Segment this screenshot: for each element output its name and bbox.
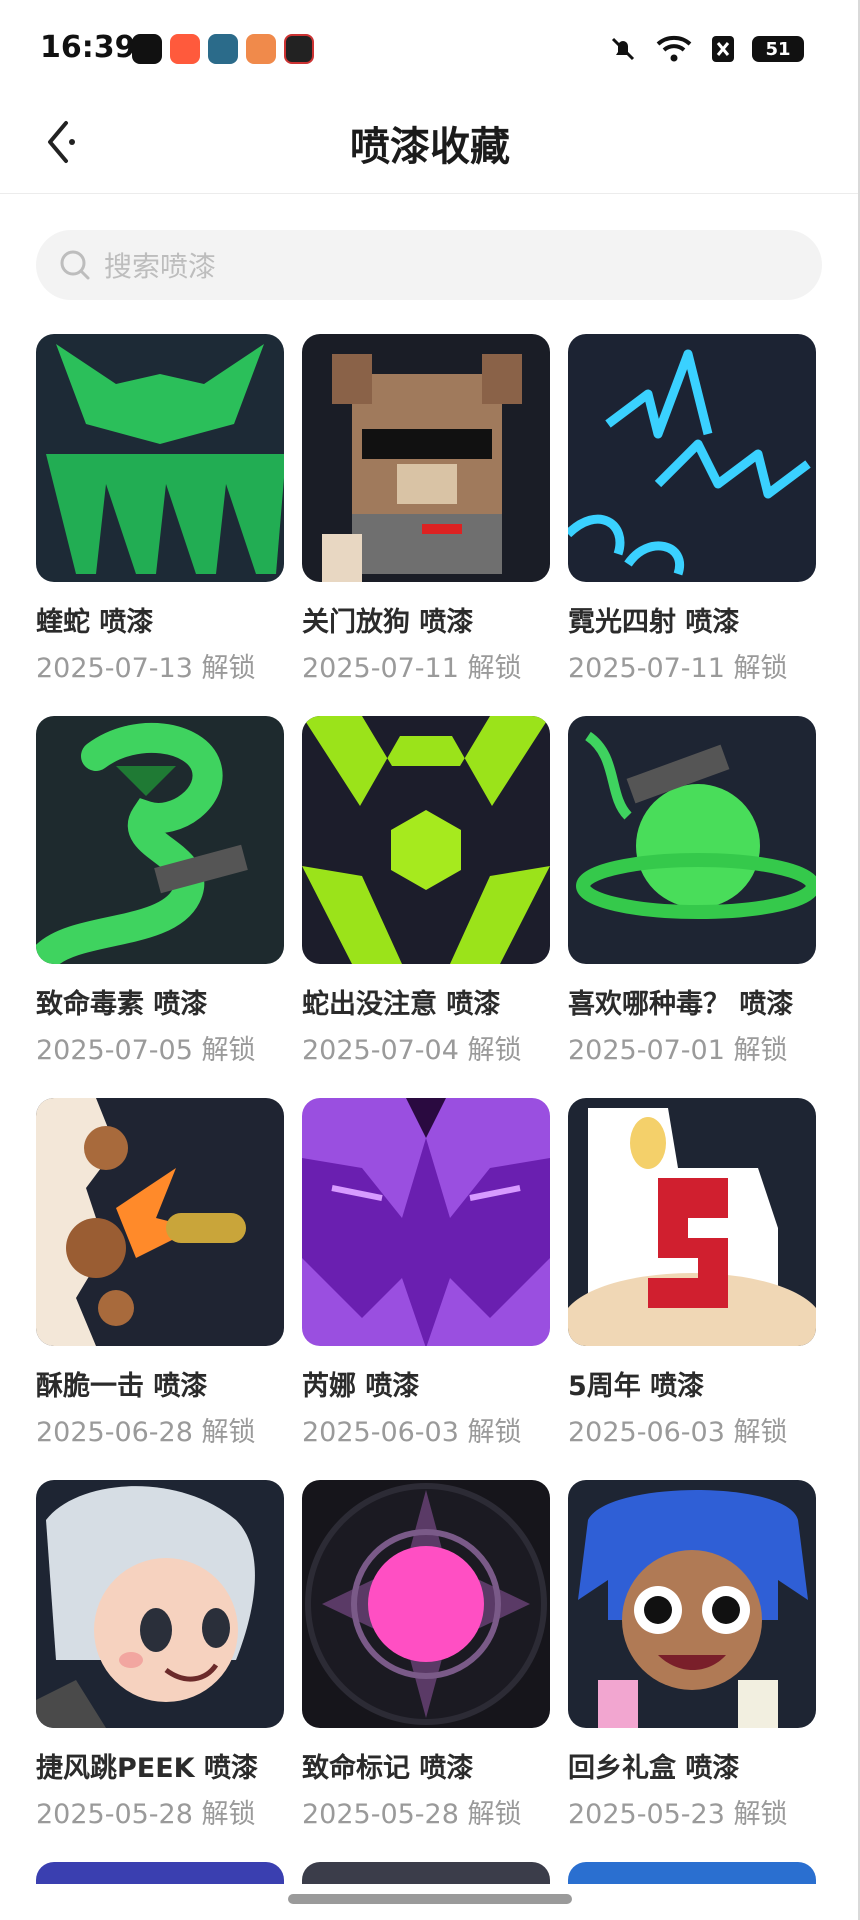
page-title: 喷漆收藏 — [350, 124, 510, 170]
spray-unlock-date: 2025-05-23 解锁 — [568, 1799, 788, 1830]
spray-name: 芮娜 喷漆 — [302, 1371, 420, 1402]
red-app-icon — [284, 34, 314, 64]
spray-image — [568, 716, 816, 964]
video-app-icon — [170, 34, 200, 64]
spray-image — [568, 1098, 816, 1346]
spray-card[interactable]: 5周年 喷漆 2025-06-03 解锁 — [568, 1098, 816, 1480]
top-bar: 喷漆收藏 — [0, 98, 860, 194]
spray-card[interactable]: 酥脆一击 喷漆 2025-06-28 解锁 — [36, 1098, 284, 1480]
spray-image — [302, 1480, 550, 1728]
spray-name: 关门放狗 喷漆 — [302, 607, 474, 638]
status-bar: 16:39 51 — [0, 0, 860, 98]
tiktok-app-icon — [132, 34, 162, 64]
spray-grid: 蝰蛇 喷漆 2025-07-13 解锁 关门放狗 喷漆 2025-07-11 解… — [36, 334, 822, 1862]
sim-x-icon — [712, 36, 734, 62]
spray-image — [302, 334, 550, 582]
spray-unlock-date: 2025-07-11 解锁 — [302, 653, 522, 684]
spray-card[interactable]: 回乡礼盒 喷漆 2025-05-23 解锁 — [568, 1480, 816, 1862]
status-time: 16:39 — [40, 30, 136, 65]
spray-image — [36, 716, 284, 964]
spray-unlock-date: 2025-05-28 解锁 — [36, 1799, 256, 1830]
search-placeholder: 搜索喷漆 — [104, 250, 217, 283]
spray-card[interactable]: 芮娜 喷漆 2025-06-03 解锁 — [302, 1098, 550, 1480]
mute-bell-icon — [611, 37, 635, 61]
spray-card[interactable]: 霓光四射 喷漆 2025-07-11 解锁 — [568, 334, 816, 716]
game-app-icon — [208, 34, 238, 64]
spray-image — [36, 334, 284, 582]
spray-card[interactable]: 致命标记 喷漆 2025-05-28 解锁 — [302, 1480, 550, 1862]
spray-name: 蝰蛇 喷漆 — [36, 607, 154, 638]
spray-card[interactable]: 致命毒素 喷漆 2025-07-05 解锁 — [36, 716, 284, 1098]
spray-image — [36, 1480, 284, 1728]
spray-image — [302, 1098, 550, 1346]
spray-card[interactable]: 喜欢哪种毒？ 喷漆 2025-07-01 解锁 — [568, 716, 816, 1098]
spray-unlock-date: 2025-06-03 解锁 — [302, 1417, 522, 1448]
spray-image-partial — [568, 1862, 816, 1884]
spray-name: 霓光四射 喷漆 — [568, 607, 740, 638]
spray-unlock-date: 2025-07-04 解锁 — [302, 1035, 522, 1066]
wifi-icon — [656, 35, 692, 62]
spray-image — [36, 1098, 284, 1346]
home-indicator[interactable] — [288, 1894, 572, 1904]
orange-app-icon — [246, 34, 276, 64]
spray-unlock-date: 2025-06-03 解锁 — [568, 1417, 788, 1448]
spray-card[interactable]: 蝰蛇 喷漆 2025-07-13 解锁 — [36, 334, 284, 716]
notification-icons — [132, 34, 314, 64]
spray-name: 蛇出没注意 喷漆 — [302, 989, 501, 1020]
spray-unlock-date: 2025-07-11 解锁 — [568, 653, 788, 684]
spray-unlock-date: 2025-05-28 解锁 — [302, 1799, 522, 1830]
spray-unlock-date: 2025-07-01 解锁 — [568, 1035, 788, 1066]
spray-image-partial — [302, 1862, 550, 1884]
search-input[interactable]: 搜索喷漆 — [36, 230, 822, 300]
spray-name: 回乡礼盒 喷漆 — [568, 1753, 740, 1784]
spray-image — [302, 716, 550, 964]
spray-name: 5周年 喷漆 — [568, 1371, 705, 1402]
spray-name: 酥脆一击 喷漆 — [36, 1371, 208, 1402]
spray-name: 致命毒素 喷漆 — [36, 989, 208, 1020]
spray-image-partial — [36, 1862, 284, 1884]
spray-card[interactable]: 蛇出没注意 喷漆 2025-07-04 解锁 — [302, 716, 550, 1098]
spray-unlock-date: 2025-07-05 解锁 — [36, 1035, 256, 1066]
spray-name: 捷风跳PEEK 喷漆 — [36, 1753, 258, 1784]
spray-name: 喜欢哪种毒？ 喷漆 — [568, 989, 794, 1020]
spray-card[interactable]: 关门放狗 喷漆 2025-07-11 解锁 — [302, 334, 550, 716]
spray-unlock-date: 2025-07-13 解锁 — [36, 653, 256, 684]
system-icons: 51 — [608, 34, 804, 64]
search-icon — [60, 250, 90, 280]
spray-unlock-date: 2025-06-28 解锁 — [36, 1417, 256, 1448]
spray-name: 致命标记 喷漆 — [302, 1753, 474, 1784]
spray-image — [568, 334, 816, 582]
spray-card[interactable]: 捷风跳PEEK 喷漆 2025-05-28 解锁 — [36, 1480, 284, 1862]
battery-indicator: 51 — [752, 36, 804, 62]
next-row-partial — [36, 1862, 822, 1884]
spray-image — [568, 1480, 816, 1728]
